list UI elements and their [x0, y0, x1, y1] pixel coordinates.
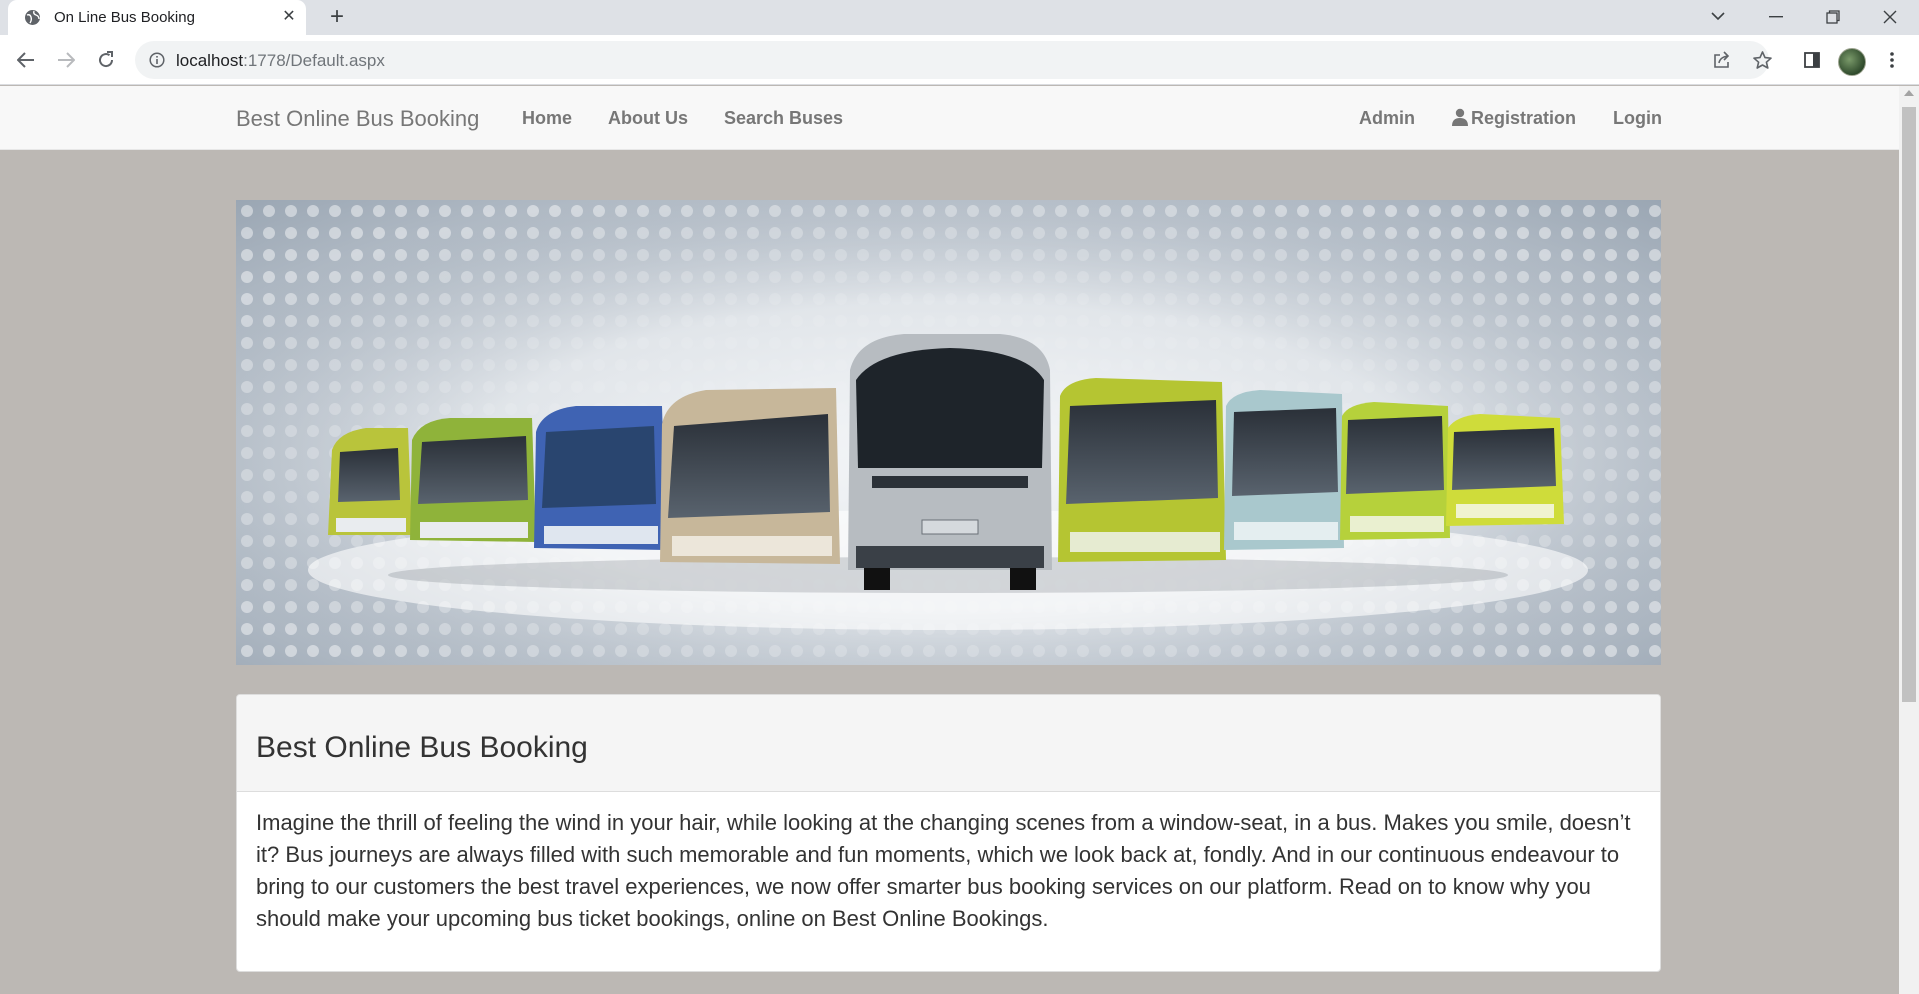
bus-right-2 — [1224, 390, 1344, 550]
bus-right-1 — [1058, 378, 1226, 562]
nav-home[interactable]: Home — [522, 108, 572, 129]
bus-right-3 — [1340, 402, 1450, 540]
bus-center — [848, 334, 1052, 590]
side-panel-icon[interactable] — [1799, 47, 1825, 73]
bus-left-1 — [328, 428, 412, 535]
url-path: :1778/Default.aspx — [243, 51, 385, 70]
globe-icon — [24, 9, 41, 26]
new-tab-icon[interactable]: + — [324, 4, 350, 30]
nav-login[interactable]: Login — [1613, 108, 1662, 129]
nav-about-us[interactable]: About Us — [608, 108, 688, 129]
site-navbar: Best Online Bus Booking Home About Us Se… — [0, 86, 1899, 150]
forward-icon[interactable] — [53, 47, 79, 73]
hero-bus-banner — [236, 200, 1661, 665]
info-panel: Best Online Bus Booking Imagine the thri… — [236, 694, 1661, 972]
profile-avatar[interactable] — [1838, 48, 1866, 76]
page-viewport: Best Online Bus Booking Home About Us Se… — [0, 86, 1899, 994]
browser-toolbar: localhost:1778/Default.aspx — [0, 35, 1919, 85]
tab-search-icon[interactable] — [1690, 0, 1746, 33]
nav-search-buses[interactable]: Search Buses — [724, 108, 843, 129]
share-icon[interactable] — [1709, 47, 1735, 73]
bus-fleet-illustration — [236, 200, 1661, 665]
restore-icon[interactable] — [1805, 0, 1861, 33]
tab-title: On Line Bus Booking — [54, 9, 195, 26]
close-window-icon[interactable] — [1862, 0, 1918, 33]
bus-left-4 — [660, 388, 840, 564]
nav-registration-label: Registration — [1471, 108, 1577, 128]
url-text: localhost:1778/Default.aspx — [176, 51, 385, 71]
panel-title: Best Online Bus Booking — [256, 731, 588, 764]
panel-heading: Best Online Bus Booking — [237, 695, 1660, 792]
close-tab-icon[interactable]: ✕ — [280, 8, 298, 26]
bus-left-2 — [410, 418, 536, 542]
bookmark-star-icon[interactable] — [1749, 47, 1775, 73]
scrollbar-thumb[interactable] — [1902, 107, 1916, 702]
page-scrollbar[interactable] — [1899, 86, 1919, 994]
minimize-icon[interactable] — [1748, 0, 1804, 33]
scroll-up-icon[interactable] — [1904, 90, 1914, 96]
site-info-icon[interactable] — [149, 52, 165, 68]
navbar-brand[interactable]: Best Online Bus Booking — [236, 106, 479, 132]
panel-body-text: Imagine the thrill of feeling the wind i… — [256, 810, 1631, 931]
address-bar[interactable]: localhost:1778/Default.aspx — [135, 41, 1769, 79]
bus-right-4 — [1446, 414, 1564, 526]
menu-kebab-icon[interactable] — [1879, 47, 1905, 73]
nav-admin[interactable]: Admin — [1359, 108, 1415, 129]
reload-icon[interactable] — [93, 47, 119, 73]
url-host: localhost — [176, 51, 244, 70]
browser-tab[interactable]: On Line Bus Booking ✕ — [8, 0, 306, 35]
user-icon — [1452, 108, 1468, 126]
browser-tab-bar: On Line Bus Booking ✕ + — [0, 0, 1919, 35]
back-icon[interactable] — [13, 47, 39, 73]
bus-left-3 — [534, 406, 666, 550]
nav-registration[interactable]: Registration — [1452, 108, 1576, 129]
